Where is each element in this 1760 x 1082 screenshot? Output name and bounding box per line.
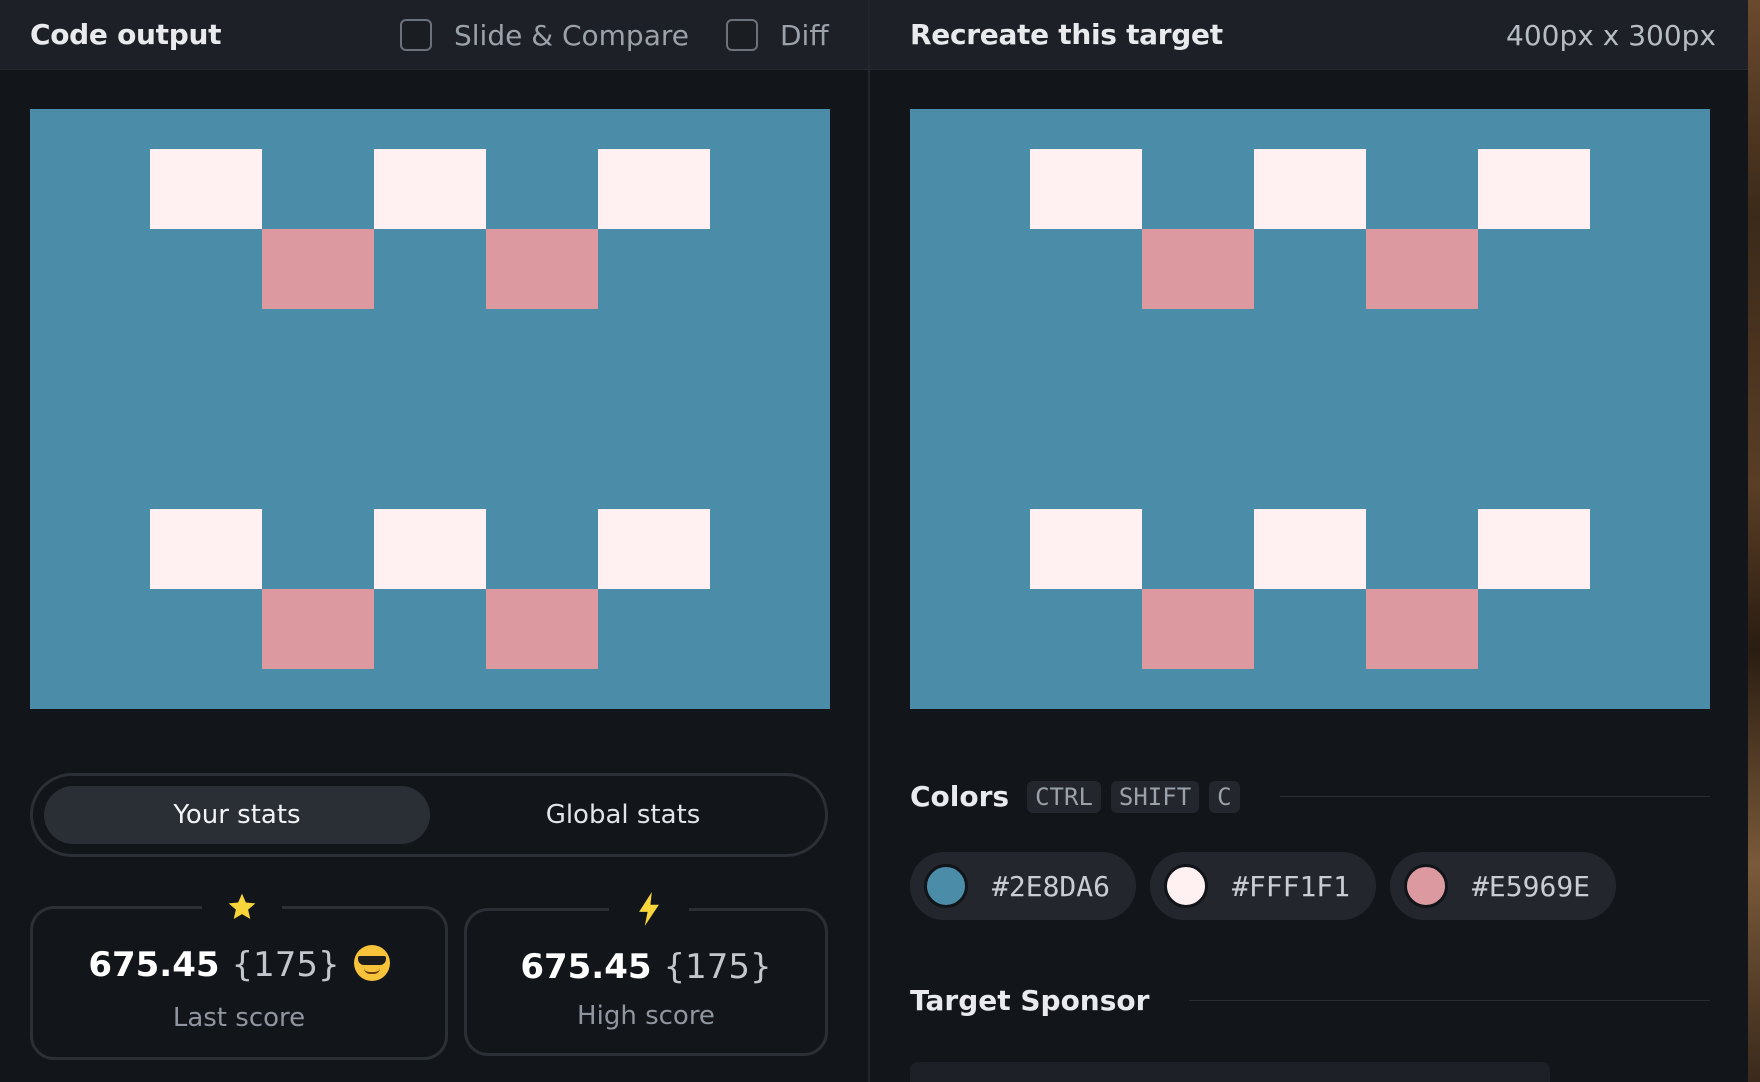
code-output-header: Code output Slide & Compare Diff (0, 0, 868, 70)
last-score-label: Last score (172, 1003, 306, 1033)
slide-compare-toggle[interactable]: Slide & Compare (400, 0, 689, 70)
code-output-canvas[interactable] (30, 109, 830, 709)
color-swatch-3[interactable]: #E5969E (1390, 852, 1617, 920)
diff-checkbox[interactable] (726, 19, 758, 51)
lightning-icon (609, 889, 689, 929)
star-icon (202, 887, 282, 927)
swatch-dot-3 (1404, 864, 1449, 908)
code-output-title: Code output (30, 18, 222, 51)
sponsor-title: Target Sponsor (910, 984, 1150, 1017)
white-block (598, 509, 710, 589)
tab-global-stats[interactable]: Global stats (430, 786, 816, 844)
last-score-count: {175} (231, 945, 340, 985)
white-block (1254, 149, 1366, 229)
white-block (374, 149, 486, 229)
sponsor-card[interactable] (910, 1062, 1550, 1082)
sunglasses-emoji-icon (353, 944, 390, 981)
high-score-count: {175} (663, 947, 772, 987)
diff-toggle[interactable]: Diff (726, 0, 829, 70)
pink-block (1366, 589, 1478, 669)
colors-title: Colors (910, 780, 1010, 813)
app-root: Code output Slide & Compare Diff Your st (0, 0, 1760, 1082)
color-swatches: #2E8DA6 #FFF1F1 #E5969E (910, 852, 1630, 920)
high-score-number: 675.45 (520, 947, 652, 987)
pink-block (1142, 589, 1254, 669)
white-block (1254, 509, 1366, 589)
target-title: Recreate this target (910, 18, 1223, 51)
last-score-number: 675.45 (88, 945, 220, 985)
color-swatch-2[interactable]: #FFF1F1 (1150, 852, 1377, 920)
white-block (1478, 509, 1590, 589)
pink-block (1142, 229, 1254, 309)
section-divider (1189, 1000, 1710, 1001)
shortcut-key-ctrl: CTRL (1027, 780, 1101, 813)
white-block (374, 509, 486, 589)
pink-block (262, 229, 374, 309)
target-dimensions: 400px x 300px (1506, 18, 1716, 52)
shortcut-key-c: C (1209, 780, 1240, 813)
white-block (150, 149, 262, 229)
high-score-card: 675.45 {175} High score (464, 889, 828, 1056)
white-block (1030, 509, 1142, 589)
white-block (150, 509, 262, 589)
swatch-hex-1: #2E8DA6 (992, 869, 1111, 903)
white-block (1478, 149, 1590, 229)
swatch-hex-3: #E5969E (1472, 869, 1591, 903)
target-header: Recreate this target 400px x 300px (870, 0, 1748, 70)
pink-block (262, 589, 374, 669)
background-window-edge (1748, 0, 1760, 1082)
tab-your-stats[interactable]: Your stats (44, 786, 430, 844)
slide-compare-label: Slide & Compare (454, 18, 689, 52)
swatch-dot-2 (1164, 864, 1209, 908)
white-block (598, 149, 710, 229)
last-score-value: 675.45 {175} (33, 944, 445, 985)
stats-tabs: Your stats Global stats (30, 773, 828, 857)
diff-label: Diff (780, 18, 829, 52)
color-swatch-1[interactable]: #2E8DA6 (910, 852, 1137, 920)
target-panel: Recreate this target 400px x 300px Color… (870, 0, 1748, 1082)
slide-compare-checkbox[interactable] (400, 19, 432, 51)
high-score-value: 675.45 {175} (467, 947, 825, 987)
section-divider (1279, 796, 1710, 797)
white-block (1030, 149, 1142, 229)
pink-block (486, 229, 598, 309)
swatch-dot-1 (924, 864, 968, 908)
high-score-label: High score (577, 1001, 715, 1031)
shortcut-key-shift: SHIFT (1110, 780, 1200, 813)
target-canvas (910, 109, 1710, 709)
colors-header: Colors CTRL SHIFT C (910, 780, 1710, 813)
sponsor-header: Target Sponsor (910, 984, 1710, 1017)
pink-block (486, 589, 598, 669)
last-score-card: 675.45 {175} Last score (30, 887, 448, 1060)
code-output-panel: Code output Slide & Compare Diff Your st (0, 0, 868, 1082)
pink-block (1366, 229, 1478, 309)
swatch-hex-2: #FFF1F1 (1232, 869, 1351, 903)
